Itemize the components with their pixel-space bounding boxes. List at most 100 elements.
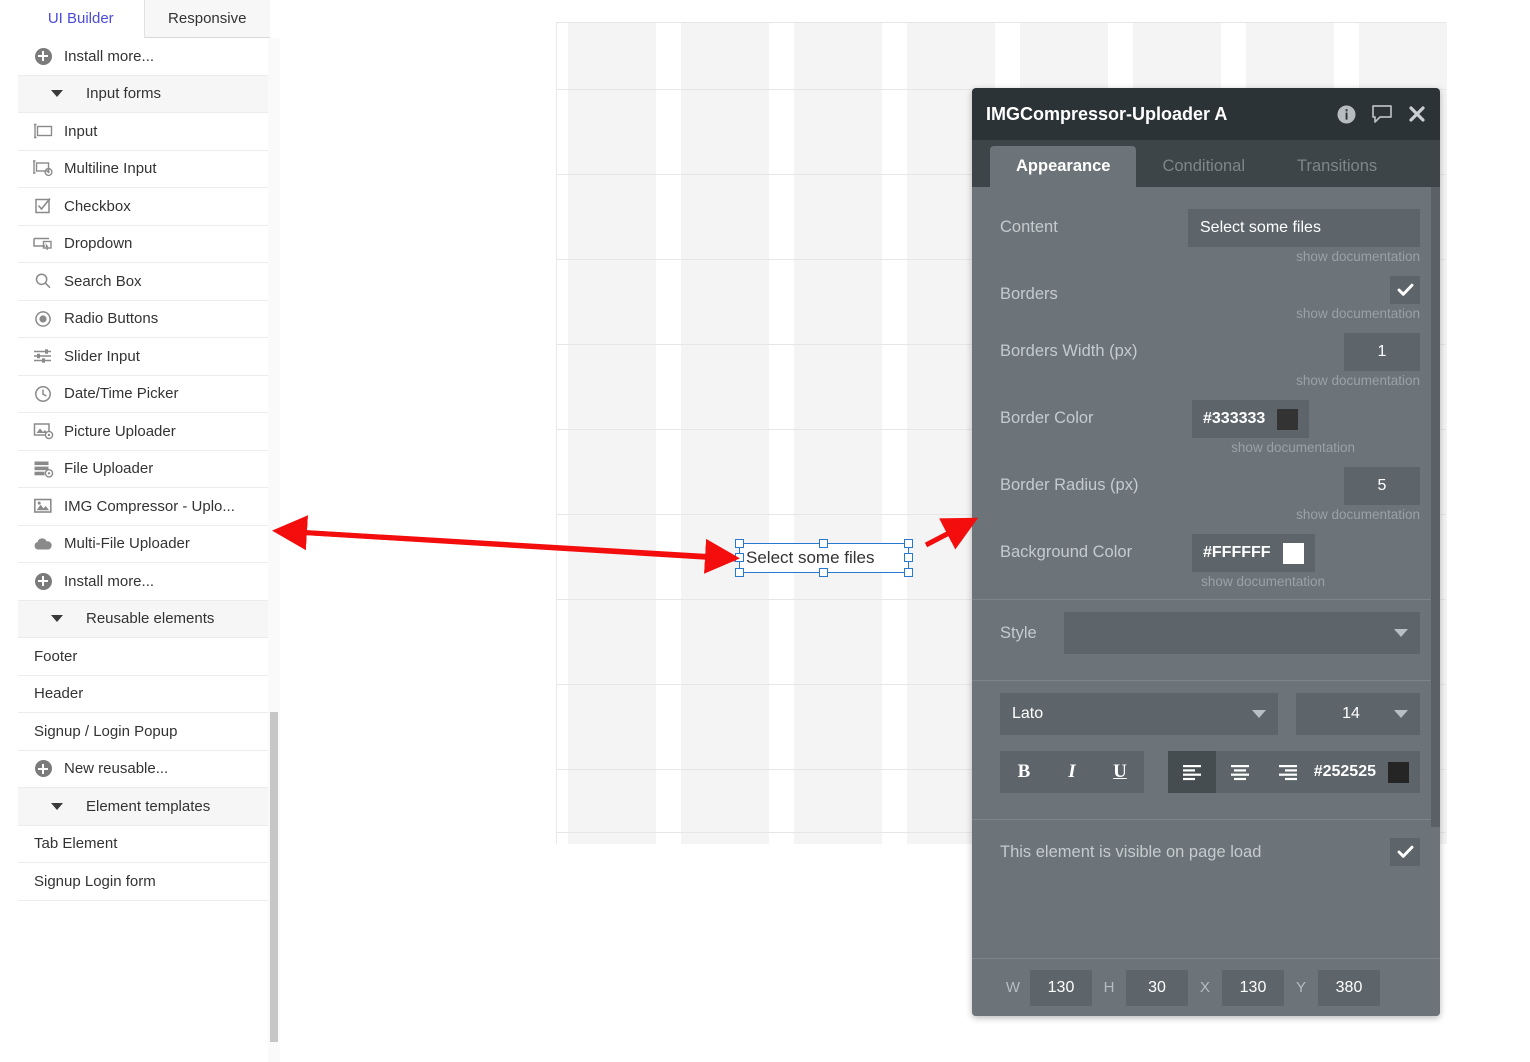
geometry-value-w[interactable]: 130 [1030,969,1092,1006]
sidebar-item-new-reusable[interactable]: New reusable... [18,750,270,788]
geometry-value-h[interactable]: 30 [1126,969,1188,1006]
sidebar-item-label: Search Box [64,272,142,290]
input-icon [28,123,58,139]
resize-handle-nw[interactable] [735,539,744,548]
element-property-panel: IMGCompressor-Uploader A Appearance Cond… [972,88,1440,1016]
row-text-format: B I U #252525 [1000,751,1420,797]
sidebar-item-dropdown[interactable]: Dropdown [18,225,270,263]
sidebar-item-slider-input[interactable]: Slider Input [18,338,270,376]
row-font: Lato 14 [1000,693,1420,739]
borders-width-input[interactable]: 1 [1344,333,1420,371]
chevron-down-icon [1394,710,1408,718]
font-color-swatch[interactable] [1388,761,1409,783]
border-color-swatch[interactable] [1277,408,1299,430]
italic-button[interactable]: I [1048,751,1096,793]
sidebar-item-install-more[interactable]: Install more... [18,563,270,601]
slider-icon [28,347,58,365]
row-border-color: Border Color #333333 show documentation [1000,400,1420,455]
info-icon[interactable] [1337,105,1356,124]
tab-appearance[interactable]: Appearance [990,146,1137,187]
sidebar-item-file-uploader[interactable]: File Uploader [18,450,270,488]
sidebar-item-signup-login-form[interactable]: Signup Login form [18,863,270,901]
border-radius-input[interactable]: 5 [1344,467,1420,505]
font-color-input[interactable]: #252525 [1302,751,1420,793]
sidebar-tabs: UI Builder Responsive [18,0,270,38]
geometry-value-y[interactable]: 380 [1318,969,1380,1006]
resize-handle-sw[interactable] [735,568,744,577]
sidebar-item-label: Date/Time Picker [64,385,179,403]
dropdown-icon [28,235,58,252]
sidebar-item-label: Install more... [64,572,155,590]
picture-uploader-icon [28,422,58,440]
sidebar-item-install-more[interactable]: Install more... [18,38,270,76]
close-icon[interactable] [1408,105,1426,123]
row-visible-on-load: This element is visible on page load [1000,834,1420,872]
sidebar-item-label: IMG Compressor - Uplo... [64,497,235,515]
resize-handle-e[interactable] [904,553,913,562]
sidebar-item-search-box[interactable]: Search Box [18,263,270,301]
sidebar-item-input[interactable]: Input [18,113,270,151]
underline-button[interactable]: U [1096,751,1144,793]
sidebar-item-element-templates[interactable]: Element templates [18,788,270,826]
resize-handle-s[interactable] [819,568,828,577]
resize-handle-se[interactable] [904,568,913,577]
sidebar-item-tab-element[interactable]: Tab Element [18,825,270,863]
file-uploader-icon [28,460,58,478]
sidebar-scrollbar-track[interactable] [268,38,280,1062]
panel-divider [972,599,1440,600]
caret-down-icon [42,615,72,623]
borders-doc-link[interactable]: show documentation [1000,276,1420,321]
tab-transitions[interactable]: Transitions [1271,146,1403,187]
row-borders-width: Borders Width (px) 1 show documentation [1000,333,1420,388]
panel-scrollbar-thumb[interactable] [1431,187,1440,827]
sidebar-item-label: File Uploader [64,460,154,478]
sidebar-item-label: Multi-File Uploader [64,535,190,553]
label-border-color: Border Color [1000,409,1094,427]
tab-ui-builder[interactable]: UI Builder [18,0,144,38]
selected-canvas-element[interactable]: Select some files [735,539,913,577]
visible-on-load-checkbox[interactable] [1390,838,1420,866]
background-color-input[interactable]: #FFFFFF [1192,534,1315,572]
tab-responsive[interactable]: Responsive [143,0,270,38]
border-color-input[interactable]: #333333 [1192,400,1310,438]
sidebar-item-multiline-input[interactable]: Multiline Input [18,150,270,188]
align-center-button[interactable] [1216,751,1264,793]
sidebar-item-header[interactable]: Header [18,675,270,713]
sidebar-item-label: Header [34,685,84,703]
geometry-value-x[interactable]: 130 [1222,969,1284,1006]
resize-handle-w[interactable] [735,553,744,562]
sidebar-item-label: Reusable elements [86,610,215,628]
sidebar-item-input-forms[interactable]: Input forms [18,75,270,113]
row-borders: Borders show documentation [1000,276,1420,321]
left-sidebar: UI Builder Responsive Install more... Inp… [18,0,270,1062]
sidebar-item-footer[interactable]: Footer [18,638,270,676]
borders-checkbox[interactable] [1390,276,1420,304]
label-visible-on-load: This element is visible on page load [1000,843,1262,861]
align-left-button[interactable] [1168,751,1216,793]
content-input[interactable]: Select some files [1188,209,1420,247]
font-size-select[interactable]: 14 [1296,693,1420,735]
sidebar-item-multi-file-uploader[interactable]: Multi-File Uploader [18,525,270,563]
tab-conditional[interactable]: Conditional [1136,146,1271,187]
sidebar-item-radio-buttons[interactable]: Radio Buttons [18,300,270,338]
geometry-key-x: X [1199,979,1210,996]
font-family-select[interactable]: Lato [1000,693,1278,735]
sidebar-item-signup-login-popup[interactable]: Signup / Login Popup [18,713,270,751]
sidebar-item-date-time-picker[interactable]: Date/Time Picker [18,375,270,413]
background-color-swatch[interactable] [1282,542,1304,564]
sidebar-item-checkbox[interactable]: Checkbox [18,188,270,226]
geometry-key-h: H [1103,979,1115,996]
sidebar-item-label: Footer [34,647,78,665]
sidebar-item-reusable-elements[interactable]: Reusable elements [18,600,270,638]
style-select[interactable] [1064,612,1420,654]
resize-handle-n[interactable] [819,539,828,548]
bold-button[interactable]: B [1000,751,1048,793]
grid-line-v [556,22,557,844]
comment-icon[interactable] [1371,104,1393,124]
background-color-value: #FFFFFF [1203,544,1271,561]
sidebar-item-img-compressor-uplo[interactable]: IMG Compressor - Uplo... [18,488,270,526]
resize-handle-ne[interactable] [904,539,913,548]
sidebar-item-picture-uploader[interactable]: Picture Uploader [18,413,270,451]
sidebar-item-label: Multiline Input [64,160,157,178]
sidebar-scrollbar-thumb[interactable] [270,712,278,1042]
